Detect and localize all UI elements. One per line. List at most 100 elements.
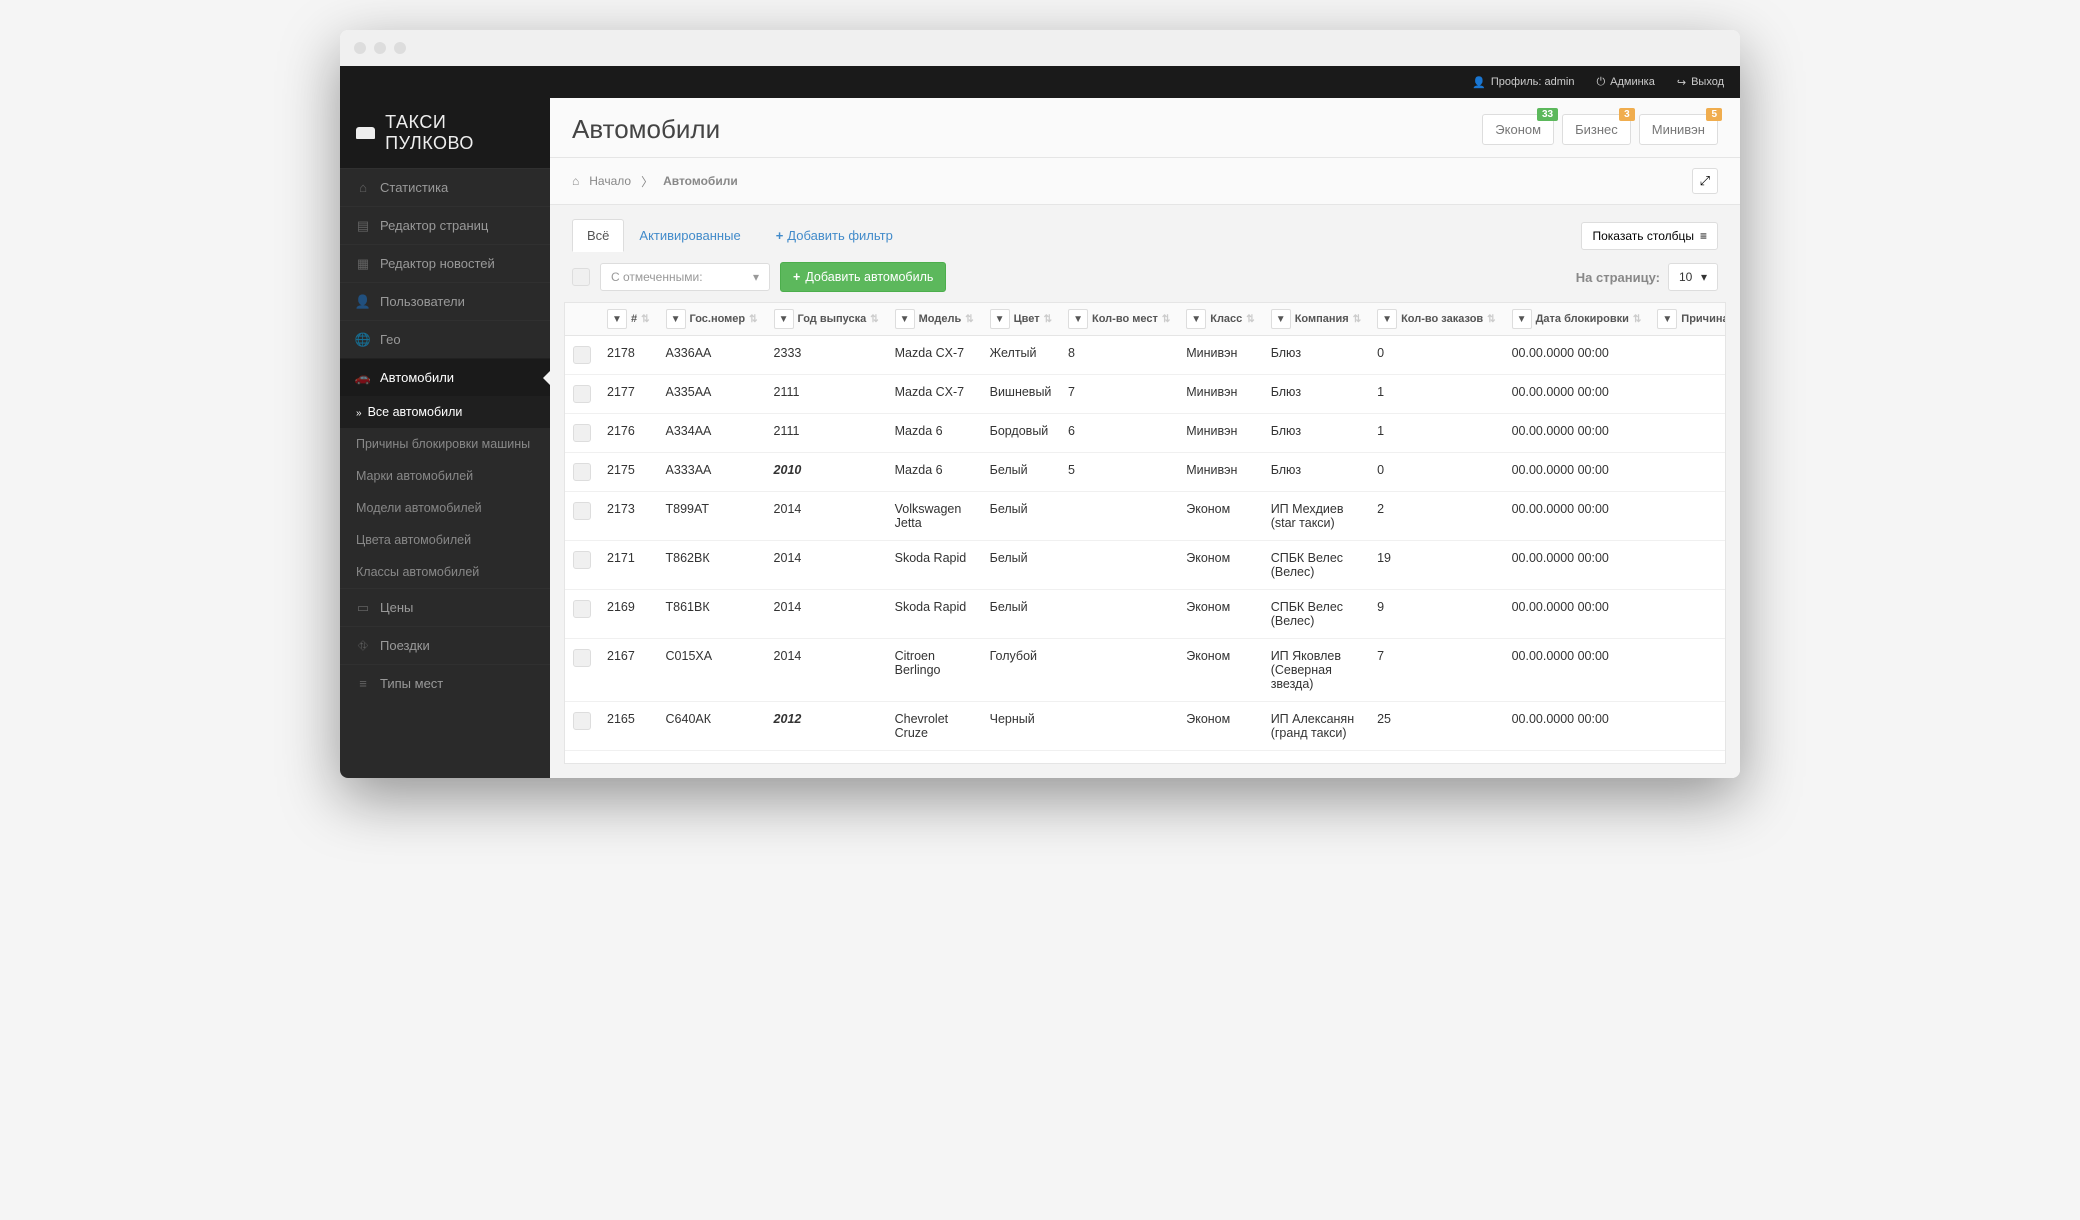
chevron-right-icon: 〉 [641,173,653,190]
row-checkbox[interactable] [573,385,591,403]
nav-trips[interactable]: ⛗Поездки [340,626,550,664]
window-dot [374,42,386,54]
table-row[interactable]: 2173 Т899АТ 2014 Volkswagen Jetta Белый … [565,492,1726,541]
cell-blocked: 00.00.0000 00:00 [1504,639,1650,702]
sort-icon[interactable]: ⇅ [965,314,973,325]
sort-icon[interactable]: ⇅ [1353,314,1361,325]
logout-link[interactable]: ↪Выход [1677,76,1724,89]
row-checkbox[interactable] [573,712,591,730]
table-row[interactable]: 2171 Т862ВК 2014 Skoda Rapid Белый Эконо… [565,541,1726,590]
column-header: Дата блокировки [1536,313,1629,325]
filter-button[interactable]: ▼ [1186,309,1206,329]
row-checkbox[interactable] [573,649,591,667]
cell-id: 2169 [599,590,658,639]
filter-button[interactable]: ▼ [1377,309,1397,329]
sort-icon[interactable]: ⇅ [1044,314,1052,325]
cell-orders: 9 [1369,590,1503,639]
column-header: Причина блокировки [1681,313,1726,325]
filter-button[interactable]: ▼ [1657,309,1677,329]
table-row[interactable]: 2176 А334АА 2111 Mazda 6 Бордовый 6 Мини… [565,414,1726,453]
per-page-select[interactable]: 10▾ [1668,263,1718,291]
filter-button[interactable]: ▼ [990,309,1010,329]
tab-activated[interactable]: Активированные [624,219,755,252]
road-icon: ⛗ [356,639,370,653]
sort-icon[interactable]: ⇅ [641,314,649,325]
row-checkbox[interactable] [573,346,591,364]
badge-count: 33 [1537,108,1558,121]
cell-plate: А336АА [658,336,766,375]
class-badge[interactable]: Эконом33 [1482,114,1554,145]
crumb-current: Автомобили [663,174,738,188]
topbar: 👤Профиль: admin ⏻Админка ↪Выход [340,66,1740,98]
filter-button[interactable]: ▼ [1068,309,1088,329]
bulk-action-select[interactable]: С отмеченными:▾ [600,263,770,291]
filter-button[interactable]: ▼ [666,309,686,329]
cell-year: 2010 [766,453,887,492]
cell-reason [1649,336,1726,375]
select-all-checkbox[interactable] [572,268,590,286]
filter-button[interactable]: ▼ [1271,309,1291,329]
table-row[interactable]: 2165 С640АК 2012 Chevrolet Cruze Черный … [565,702,1726,751]
show-columns-button[interactable]: Показать столбцы≡ [1581,222,1718,250]
sort-icon[interactable]: ⇅ [1487,314,1495,325]
cell-reason [1649,375,1726,414]
column-header: Цвет [1014,313,1040,325]
logout-icon: ↪ [1677,76,1686,89]
cell-seats [1060,639,1178,702]
fullscreen-button[interactable]: ⤢ [1692,168,1718,194]
row-checkbox[interactable] [573,424,591,442]
add-car-button[interactable]: +Добавить автомобиль [780,262,946,292]
cell-color: Белый [982,453,1060,492]
filter-button[interactable]: ▼ [895,309,915,329]
column-header: # [631,313,637,325]
sort-icon[interactable]: ⇅ [870,314,878,325]
table-row[interactable]: 2175 А333АА 2010 Mazda 6 Белый 5 Минивэн… [565,453,1726,492]
class-badge[interactable]: Минивэн5 [1639,114,1718,145]
cell-blocked: 00.00.0000 00:00 [1504,453,1650,492]
add-filter-button[interactable]: +Добавить фильтр [776,228,893,243]
table-row[interactable]: 2169 Т861ВК 2014 Skoda Rapid Белый Эконо… [565,590,1726,639]
sort-icon[interactable]: ⇅ [1633,314,1641,325]
nav-place-types[interactable]: ≡Типы мест [340,664,550,702]
nav-pages[interactable]: ▤Редактор страниц [340,206,550,244]
crumb-home[interactable]: Начало [589,174,631,188]
row-checkbox[interactable] [573,551,591,569]
nav-users[interactable]: 👤Пользователи [340,282,550,320]
row-checkbox[interactable] [573,600,591,618]
car-icon: 🚗 [356,371,370,385]
nav-news[interactable]: ▦Редактор новостей [340,244,550,282]
column-header: Модель [919,313,962,325]
filter-button[interactable]: ▼ [607,309,627,329]
nav-stats[interactable]: ⌂Статистика [340,168,550,206]
class-badge[interactable]: Бизнес3 [1562,114,1631,145]
table-row[interactable]: 2178 А336АА 2333 Mazda CX-7 Желтый 8 Мин… [565,336,1726,375]
nav-cars[interactable]: 🚗Автомобили [340,358,550,396]
sub-block-reasons[interactable]: Причины блокировки машины [340,428,550,460]
cell-model: Volkswagen Jetta [887,492,982,541]
sub-models[interactable]: Модели автомобилей [340,492,550,524]
plus-icon: + [776,228,784,243]
row-checkbox[interactable] [573,463,591,481]
nav-prices[interactable]: ▭Цены [340,588,550,626]
cell-year: 2014 [766,541,887,590]
admin-link[interactable]: ⏻Админка [1596,76,1654,89]
nav-geo[interactable]: 🌐Гео [340,320,550,358]
home-icon: ⌂ [356,181,370,195]
cell-company: Блюз [1263,375,1369,414]
sub-brands[interactable]: Марки автомобилей [340,460,550,492]
row-checkbox[interactable] [573,502,591,520]
cell-year: 2333 [766,336,887,375]
profile-link[interactable]: 👤Профиль: admin [1472,76,1574,89]
sort-icon[interactable]: ⇅ [749,314,757,325]
table-row[interactable]: 2167 С015ХА 2014 Citroen Berlingo Голубо… [565,639,1726,702]
tab-all[interactable]: Всё [572,219,624,252]
sort-icon[interactable]: ⇅ [1162,314,1170,325]
sub-colors[interactable]: Цвета автомобилей [340,524,550,556]
filter-button[interactable]: ▼ [774,309,794,329]
table-row[interactable]: 2177 А335АА 2111 Mazda CX-7 Вишневый 7 М… [565,375,1726,414]
cell-year: 2014 [766,492,887,541]
filter-button[interactable]: ▼ [1512,309,1532,329]
sub-classes[interactable]: Классы автомобилей [340,556,550,588]
sub-all-cars[interactable]: »Все автомобили [340,396,550,428]
sort-icon[interactable]: ⇅ [1246,314,1254,325]
